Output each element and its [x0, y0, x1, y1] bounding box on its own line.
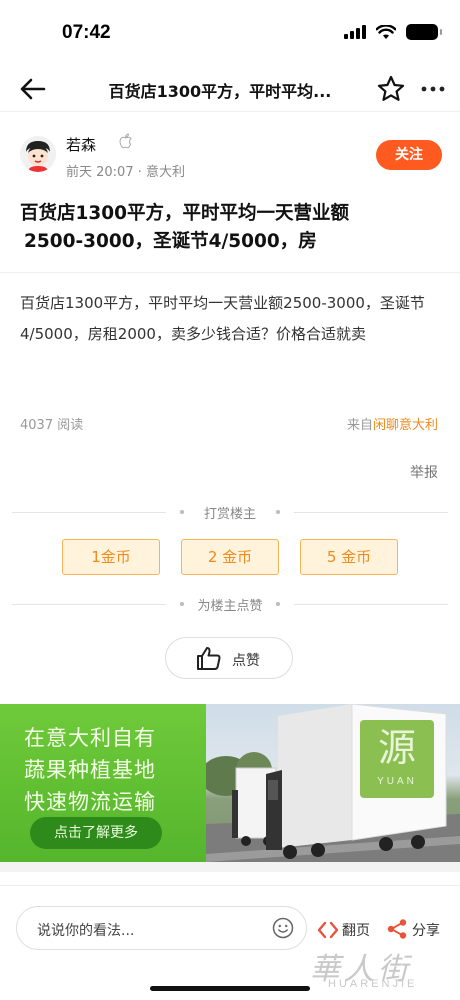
watermark: 華人街 HUARENJIE	[306, 944, 458, 994]
author-row: 若森 前天 20:07 · 意大利 关注	[18, 128, 442, 184]
divider	[294, 604, 448, 605]
share-label: 分享	[412, 923, 440, 939]
ad-logo: 源 YUAN	[360, 720, 434, 798]
nav-title: 百货店1300平方，平时平均...	[108, 82, 332, 101]
ad-image: 源 YUAN	[206, 704, 460, 862]
status-time: 07:42	[62, 22, 111, 43]
ad-banner[interactable]: 在意大利自有 蔬果种植基地 快速物流运输 点击了解更多 源 YUAN	[0, 704, 460, 862]
page-turn-button[interactable]: 翻页	[316, 916, 380, 942]
page-turn-label: 翻页	[342, 923, 370, 939]
ad-cta-button[interactable]: 点击了解更多	[30, 817, 162, 849]
report-link[interactable]: 举报	[410, 462, 438, 482]
like-section-label: 为楼主点赞	[0, 594, 460, 614]
coin-button-1[interactable]: 1金币	[62, 539, 160, 575]
reward-section-label: 打赏楼主	[0, 502, 460, 522]
post-body: 百货店1300平方，平时平均一天营业额2500-3000，圣诞节4/5000，房…	[20, 294, 425, 343]
more-icon[interactable]	[418, 74, 448, 104]
like-button-label: 点赞	[232, 653, 260, 669]
comment-placeholder: 说说你的看法...	[37, 923, 135, 939]
post-title-line-1: 百货店1300平方，平时平均一天营业额	[20, 203, 349, 224]
star-icon[interactable]	[376, 74, 406, 104]
emoji-icon[interactable]	[272, 917, 294, 939]
post-source: 来自闲聊意大利	[347, 414, 438, 433]
source-prefix: 来自	[346, 418, 373, 433]
like-button[interactable]: 点赞	[165, 637, 293, 679]
divider-dot	[276, 602, 280, 606]
post-title: 百货店1300平方，平时平均一天营业额 2500-3000，圣诞节4/5000，…	[20, 200, 440, 256]
avatar[interactable]	[20, 136, 56, 172]
ad-line-3: 快速物流运输	[24, 790, 156, 814]
ad-logo-char: 源	[377, 726, 416, 770]
divider-dot	[276, 510, 280, 514]
follow-button[interactable]: 关注	[376, 140, 442, 170]
divider	[0, 885, 460, 886]
forum-link[interactable]: 闲聊意大利	[373, 418, 438, 433]
read-count: 4037 阅读	[20, 418, 84, 433]
ad-logo-text: YUAN	[377, 776, 417, 787]
author-name[interactable]: 若森	[66, 134, 96, 155]
thumbs-up-icon	[197, 647, 221, 670]
wifi-icon	[376, 24, 396, 39]
coin-button-5[interactable]: 5 金币	[300, 539, 398, 575]
coin-button-2[interactable]: 2 金币	[181, 539, 279, 575]
ad-line-2: 蔬果种植基地	[24, 758, 156, 782]
apple-icon	[119, 133, 132, 149]
divider	[294, 512, 448, 513]
share-button[interactable]: 分享	[386, 916, 450, 942]
author-meta: 前天 20:07 · 意大利	[66, 165, 185, 180]
page-turn-icon	[317, 921, 339, 939]
comment-input[interactable]: 说说你的看法...	[16, 906, 307, 950]
home-indicator	[150, 986, 310, 991]
divider	[0, 272, 460, 273]
nav-bar: 百货店1300平方，平时平均...	[0, 66, 460, 112]
coin-options: 1金币 2 金币 5 金币	[60, 539, 400, 577]
share-icon	[387, 919, 407, 939]
post-title-line-2: 2500-3000，圣诞节4/5000，房	[24, 231, 317, 252]
watermark-en: HUARENJIE	[328, 978, 418, 990]
status-icons	[344, 24, 442, 40]
status-bar: 07:42	[0, 0, 460, 66]
avatar-face-icon	[20, 136, 56, 172]
section-spacer	[0, 862, 460, 872]
battery-icon	[406, 24, 442, 40]
back-arrow-icon[interactable]	[18, 75, 48, 103]
ad-text-panel: 在意大利自有 蔬果种植基地 快速物流运输 点击了解更多	[0, 704, 206, 862]
ad-line-1: 在意大利自有	[24, 726, 156, 750]
signal-icon	[344, 25, 366, 39]
